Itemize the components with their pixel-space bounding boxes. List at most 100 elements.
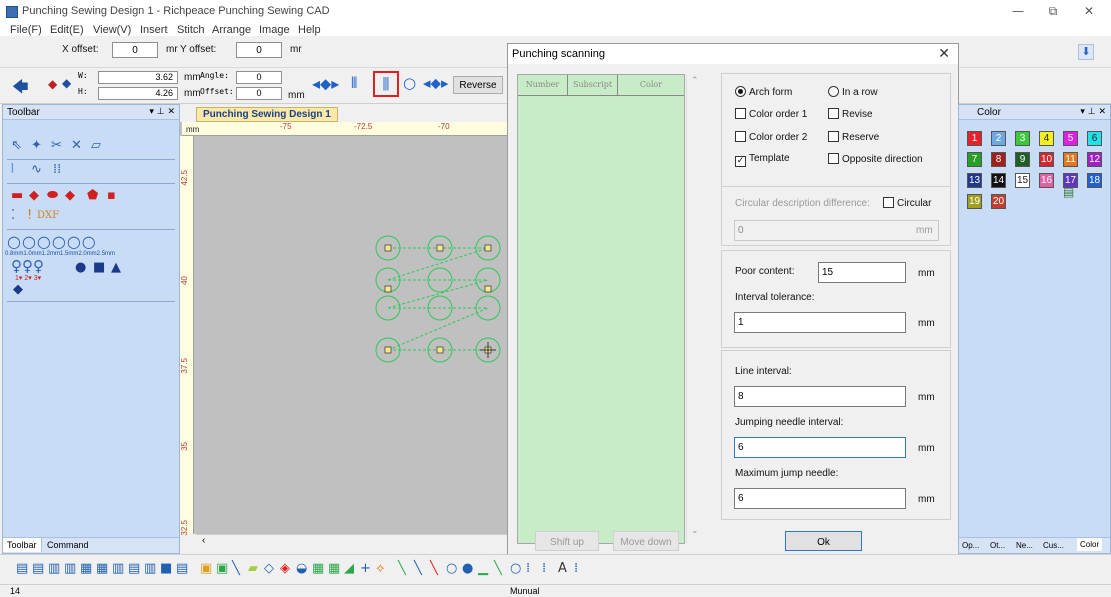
- tool-icon[interactable]: ▥: [112, 561, 124, 576]
- color-swatch-11[interactable]: 11: [1063, 152, 1078, 167]
- grid-points-icon[interactable]: ⁞⁞: [53, 163, 61, 177]
- tool-icon[interactable]: ◢: [344, 561, 354, 576]
- tool-icon[interactable]: ▤: [128, 561, 140, 576]
- column-subscript[interactable]: Subscript: [568, 75, 618, 95]
- color-swatch-13[interactable]: 13: [967, 173, 982, 188]
- tool-icon[interactable]: ╲: [232, 561, 240, 576]
- color-swatch-7[interactable]: 7: [967, 152, 982, 167]
- punch-list[interactable]: Number Subscript Color: [517, 74, 685, 544]
- edit-node-icon[interactable]: ✦: [31, 139, 42, 153]
- tool-icon[interactable]: ○: [510, 561, 521, 576]
- dxf-label[interactable]: DXF: [37, 210, 59, 221]
- color-swatch-2[interactable]: 2: [991, 131, 1006, 146]
- tool-icon[interactable]: ▤: [16, 561, 28, 576]
- tool-icon[interactable]: ▣: [200, 561, 212, 576]
- ellipse-icon[interactable]: ⬬: [47, 189, 58, 203]
- tool-icon[interactable]: ◇: [264, 561, 274, 576]
- tool-icon[interactable]: ▥: [48, 561, 60, 576]
- punching-scan-icon[interactable]: ⫼: [373, 71, 399, 97]
- tool-icon[interactable]: ⁞: [542, 561, 546, 576]
- max-jump-input[interactable]: 6: [734, 488, 906, 509]
- color-swatch-18[interactable]: 18: [1087, 173, 1102, 188]
- shift-up-button[interactable]: Shift up: [535, 531, 599, 551]
- tool-icon[interactable]: ▤: [176, 561, 188, 576]
- line-interval-input[interactable]: 8: [734, 386, 906, 407]
- tool-icon[interactable]: ▣: [216, 561, 228, 576]
- tool-icon[interactable]: ○: [446, 561, 457, 576]
- tool-icon[interactable]: ╲: [414, 561, 422, 576]
- color-swatch-4[interactable]: 4: [1039, 131, 1054, 146]
- jumping-needle-input[interactable]: 6: [734, 437, 906, 458]
- tool-icon[interactable]: ■: [160, 561, 172, 576]
- tool-icon[interactable]: ⁞: [574, 561, 578, 576]
- filled-circle-icon[interactable]: ●: [75, 261, 86, 275]
- width-input[interactable]: 3.62: [98, 71, 178, 84]
- panel-pin-icon[interactable]: ▾ ⊥ ✕: [1080, 107, 1106, 117]
- dialog-close-button[interactable]: ✕: [938, 46, 950, 62]
- ok-button[interactable]: Ok: [785, 531, 862, 551]
- opposite-direction-checkbox[interactable]: Opposite direction: [828, 153, 923, 165]
- tool-icon[interactable]: ▦: [328, 561, 340, 576]
- tab-toolbar[interactable]: Toolbar: [3, 538, 42, 552]
- pin-shape-icon[interactable]: ♀♀♀: [11, 259, 44, 274]
- color-swatch-19[interactable]: 19: [967, 194, 982, 209]
- poor-content-input[interactable]: 15: [818, 262, 906, 283]
- color-swatch-9[interactable]: 9: [1015, 152, 1030, 167]
- menu-edit[interactable]: Edit(E): [50, 24, 84, 36]
- warning-icon[interactable]: !: [27, 209, 32, 223]
- tool-icon[interactable]: ▁: [478, 561, 488, 576]
- select-arrow-icon[interactable]: ⇖: [11, 139, 22, 153]
- menu-arrange[interactable]: Arrange: [212, 24, 251, 36]
- mirror-vertical-icon[interactable]: ◆: [62, 76, 71, 90]
- column-color[interactable]: Color: [618, 75, 684, 95]
- document-tab[interactable]: Punching Sewing Design 1 x: [196, 107, 338, 131]
- tab-options[interactable]: Op...: [962, 541, 979, 550]
- triangle-icon[interactable]: ◆: [65, 189, 75, 203]
- color-swatch-20[interactable]: 20: [991, 194, 1006, 209]
- arch-form-radio[interactable]: Arch form: [735, 86, 792, 98]
- menu-image[interactable]: Image: [259, 24, 290, 36]
- color-swatch-12[interactable]: 12: [1087, 152, 1102, 167]
- filled-diamond-icon[interactable]: ◆: [13, 283, 23, 297]
- move-down-button[interactable]: Move down: [613, 531, 679, 551]
- menu-view[interactable]: View(V): [93, 24, 131, 36]
- filled-square-icon[interactable]: ■: [93, 261, 105, 275]
- diamond-icon[interactable]: ◆: [29, 189, 39, 203]
- expand-down-icon[interactable]: ⬇: [1078, 44, 1094, 60]
- pentagon-icon[interactable]: ⬟: [87, 189, 98, 203]
- close-window-button[interactable]: ✕: [1074, 4, 1104, 22]
- tool-icon[interactable]: ▥: [64, 561, 76, 576]
- tool-icon[interactable]: ◈: [280, 561, 290, 576]
- color-swatch-15[interactable]: 15: [1015, 173, 1030, 188]
- tool-icon[interactable]: ▤: [32, 561, 44, 576]
- tool-icon[interactable]: ▦: [96, 561, 108, 576]
- restore-button[interactable]: ⧉: [1038, 4, 1068, 22]
- scroll-up-icon[interactable]: ⌃: [691, 76, 699, 86]
- eraser-icon[interactable]: ▱: [91, 139, 101, 153]
- align-icon[interactable]: ◂⬥▸: [423, 74, 449, 92]
- tab-new[interactable]: Ne...: [1016, 541, 1033, 550]
- circular-checkbox[interactable]: Circular: [883, 197, 931, 209]
- tab-color[interactable]: Color: [1077, 538, 1103, 551]
- move-arrows-icon[interactable]: ◂⬥▸: [312, 74, 339, 94]
- interval-tolerance-input[interactable]: 1: [734, 312, 906, 333]
- revise-checkbox[interactable]: Revise: [828, 108, 873, 120]
- reverse-button[interactable]: Reverse: [453, 76, 503, 94]
- tool-icon[interactable]: ⁞: [526, 561, 530, 576]
- color-swatch-14[interactable]: 14: [991, 173, 1006, 188]
- dots-icon[interactable]: ⁚: [11, 209, 15, 223]
- tool-icon[interactable]: ╲: [494, 561, 502, 576]
- undo-arrow-icon[interactable]: 🡄: [12, 76, 29, 103]
- curve-icon[interactable]: ∿: [31, 163, 42, 177]
- column-number[interactable]: Number: [518, 75, 568, 95]
- minimize-button[interactable]: —: [1003, 4, 1033, 22]
- point-icon[interactable]: ▪: [107, 189, 116, 203]
- y-offset-input[interactable]: 0: [236, 42, 282, 58]
- color-swatch-6[interactable]: 6: [1087, 131, 1102, 146]
- color-swatch-8[interactable]: 8: [991, 152, 1006, 167]
- menu-insert[interactable]: Insert: [140, 24, 168, 36]
- columns-icon[interactable]: ⫴: [351, 74, 357, 92]
- color-order-1-checkbox[interactable]: Color order 1: [735, 108, 807, 120]
- template-checkbox[interactable]: ✓ Template: [735, 153, 790, 167]
- scroll-down-icon[interactable]: ⌄: [691, 526, 699, 536]
